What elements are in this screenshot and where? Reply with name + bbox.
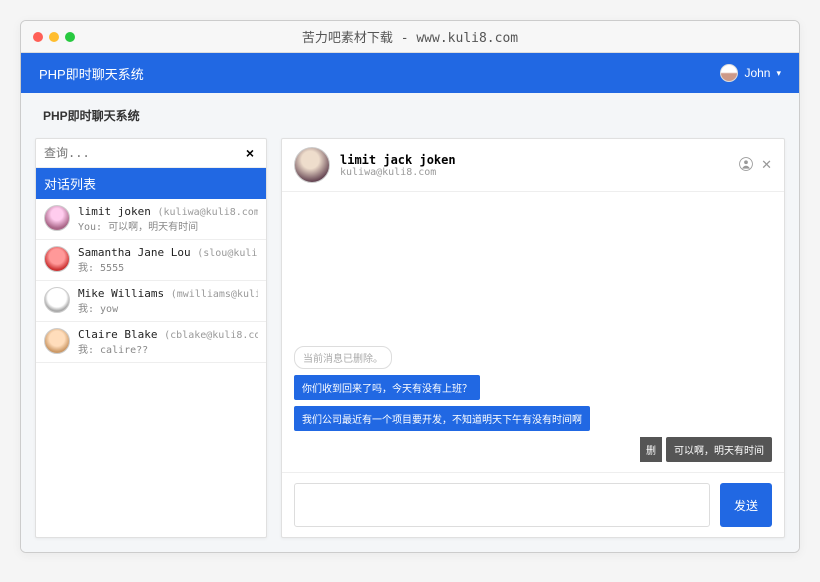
page-subtitle: PHP即时聊天系统 [21,93,799,138]
avatar-icon [44,246,70,272]
app-title: PHP即时聊天系统 [39,64,144,83]
conversation-item[interactable]: Samantha Jane Lou (slou@kuli8.com) 我: 55… [36,240,266,281]
browser-window: 苦力吧素材下载 - www.kuli8.com PHP即时聊天系统 John ▾… [20,20,800,553]
conversation-snippet: 我: 5555 [78,259,258,274]
message-incoming: 我们公司最近有一个项目要开发，不知道明天下午有没有时间啊 [294,406,590,431]
search-row: × [36,139,266,168]
app-header: PHP即时聊天系统 John ▾ [21,53,799,93]
message-outgoing-row: 删 可以啊，明天有时间 [640,437,772,462]
conversation-text: limit joken (kuliwa@kuli8.com) You: 可以啊，… [78,205,258,233]
conversation-text: Samantha Jane Lou (slou@kuli8.com) 我: 55… [78,246,258,274]
conversation-item[interactable]: Mike Williams (mwilliams@kuli8.com) 我: y… [36,281,266,322]
chat-body: 当前消息已删除。 你们收到回来了吗，今天有没有上班？ 我们公司最近有一个项目要开… [282,192,784,472]
avatar-icon [44,205,70,231]
user-menu[interactable]: John ▾ [720,64,781,82]
content-area: × 对话列表 limit joken (kuliwa@kuli8.com) Yo… [21,138,799,552]
conversation-name: Mike Williams (mwilliams@kuli8.com) [78,287,258,300]
conversation-name: Claire Blake (cblake@kuli8.com) [78,328,258,341]
message-input[interactable] [294,483,710,527]
chevron-down-icon: ▾ [776,68,781,79]
message-deleted-notice: 当前消息已删除。 [294,346,392,369]
user-avatar-icon [720,64,738,82]
conversation-sidebar: × 对话列表 limit joken (kuliwa@kuli8.com) Yo… [35,138,267,538]
delete-message-button[interactable]: 删 [640,437,662,462]
chat-pane: limit jack joken kuliwa@kuli8.com ✕ 当前消息… [281,138,785,538]
close-chat-icon[interactable]: ✕ [761,157,772,174]
send-button[interactable]: 发送 [720,483,772,527]
conversation-item[interactable]: Claire Blake (cblake@kuli8.com) 我: calir… [36,322,266,363]
app-body: PHP即时聊天系统 John ▾ PHP即时聊天系统 × 对话列表 [21,53,799,552]
message-outgoing: 可以啊，明天有时间 [666,437,772,462]
search-input[interactable] [44,146,242,160]
clear-search-icon[interactable]: × [242,145,258,161]
chat-contact-name: limit jack joken [340,153,729,167]
chat-header-actions: ✕ [739,157,772,174]
conversation-text: Mike Williams (mwilliams@kuli8.com) 我: y… [78,287,258,315]
avatar-icon [44,287,70,313]
conversation-name: Samantha Jane Lou (slou@kuli8.com) [78,246,258,259]
conversation-list-header: 对话列表 [36,168,266,199]
browser-titlebar: 苦力吧素材下载 - www.kuli8.com [21,21,799,53]
chat-input-row: 发送 [282,472,784,537]
message-incoming: 你们收到回来了吗，今天有没有上班？ [294,375,480,400]
conversation-snippet: You: 可以啊，明天有时间 [78,218,258,233]
conversation-name: limit joken (kuliwa@kuli8.com) [78,205,258,218]
conversation-list: limit joken (kuliwa@kuli8.com) You: 可以啊，… [36,199,266,537]
conversation-snippet: 我: yow [78,300,258,315]
user-profile-icon[interactable] [739,157,753,174]
chat-header: limit jack joken kuliwa@kuli8.com ✕ [282,139,784,192]
conversation-text: Claire Blake (cblake@kuli8.com) 我: calir… [78,328,258,356]
browser-title: 苦力吧素材下载 - www.kuli8.com [21,27,799,46]
avatar-icon [44,328,70,354]
user-name-label: John [744,66,770,80]
chat-title-block: limit jack joken kuliwa@kuli8.com [340,153,729,178]
conversation-snippet: 我: calire?? [78,341,258,356]
chat-contact-email: kuliwa@kuli8.com [340,167,729,178]
conversation-item[interactable]: limit joken (kuliwa@kuli8.com) You: 可以啊，… [36,199,266,240]
chat-avatar-icon [294,147,330,183]
